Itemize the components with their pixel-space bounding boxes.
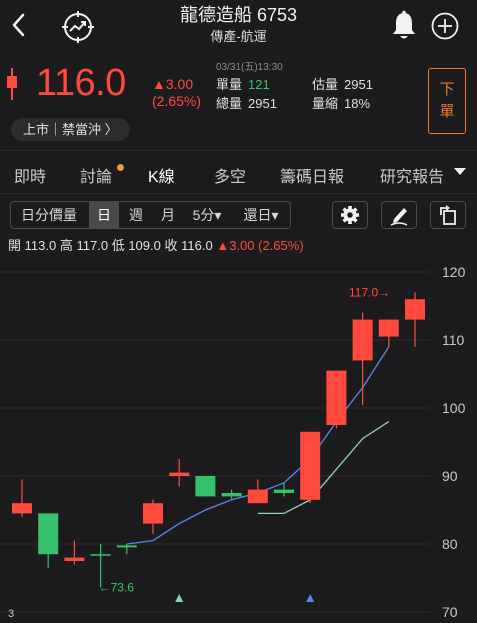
gear-icon (341, 206, 359, 224)
unread-dot (117, 164, 124, 171)
stock-title: 龍德造船 6753 (179, 5, 298, 25)
section-tabs: 即時 討論 K線 多空 籌碼日報 研究報告 (0, 150, 477, 194)
top-header: 龍德造船 6753 傳產-航運 (0, 0, 477, 56)
y-tick-label: 80 (442, 536, 458, 552)
single-volume-value: 121 (248, 77, 270, 92)
quote-datetime: 03/31(五)13:30 (216, 62, 283, 73)
back-icon[interactable] (8, 10, 30, 40)
left-edge-label: 3 (8, 608, 14, 620)
candle-body (274, 489, 294, 493)
candle-body (90, 554, 111, 556)
tab-chips-daily[interactable]: 籌碼日報 (280, 163, 344, 187)
change-value: ▲3.00 (152, 76, 194, 92)
candle-icon (7, 68, 17, 100)
candle-body (247, 489, 268, 504)
candle-body (38, 513, 59, 555)
quote-panel: 116.0 ▲3.00 (2.65%) 03/31(五)13:30 單量 121 … (0, 56, 477, 148)
ma-fast-line (126, 346, 390, 545)
candle-body (221, 493, 242, 497)
market-status-pill[interactable]: 上市｜禁當沖 〉 (11, 118, 130, 141)
candle-body (378, 319, 399, 337)
caret-down-icon (454, 168, 466, 175)
change-percent: (2.65%) (152, 93, 202, 109)
y-tick-label: 110 (442, 332, 465, 348)
close-value: 116.0 (181, 238, 213, 253)
tabs-more-button[interactable] (443, 151, 477, 193)
bell-icon[interactable] (389, 10, 419, 42)
single-volume: 單量 121 (216, 74, 270, 93)
open-value: 113.0 (24, 238, 57, 253)
candle-body (195, 476, 216, 497)
order-label-2: 單 (439, 103, 455, 120)
open-label: 開 (8, 238, 22, 253)
settings-button[interactable] (332, 201, 368, 229)
order-label-1: 下 (439, 81, 455, 98)
est-volume-value: 2951 (344, 77, 373, 92)
candle-body (143, 503, 163, 524)
max-price-label: 117.0→ (349, 285, 390, 299)
candle-body (352, 319, 373, 361)
last-price: 116.0 (36, 62, 126, 104)
candle-body (116, 545, 137, 548)
y-tick-label: 90 (442, 468, 458, 484)
rotate-button[interactable] (430, 201, 466, 229)
total-volume: 總量 2951 (216, 93, 277, 112)
volume-ratio-value: 18% (344, 96, 371, 111)
pen-icon (390, 208, 408, 226)
price-change: ▲3.00 (2.65%) (152, 76, 201, 110)
min-price-label: ←73.6 (99, 581, 135, 595)
tab-realtime[interactable]: 即時 (14, 163, 46, 187)
volume-ratio-label: 量縮 (312, 96, 339, 111)
tab-research[interactable]: 研究報告 (380, 163, 444, 187)
daily-volume-option[interactable]: 日分價量 (11, 202, 87, 228)
y-tick-label: 70 (442, 604, 458, 620)
draw-button[interactable] (381, 201, 417, 229)
trend-target-icon[interactable] (60, 9, 96, 45)
low-label: 低 (111, 238, 125, 253)
chart-toolbar: 日分價量 日 週 月 5分▾ 還日▾ (0, 200, 477, 232)
candle-body (64, 557, 85, 561)
title-block: 龍德造船 6753 傳產-航運 (120, 4, 357, 46)
total-volume-value: 2951 (248, 96, 277, 111)
est-volume: 估量 2951 (312, 74, 373, 93)
stock-industry: 傳產-航運 (210, 29, 267, 44)
single-volume-label: 單量 (216, 77, 243, 92)
total-volume-label: 總量 (216, 96, 243, 111)
price-adjust-option[interactable]: 還日▾ (233, 202, 289, 228)
rotate-screen-icon (440, 205, 456, 225)
tab-discussion[interactable]: 討論 (80, 163, 112, 187)
period-selector: 日分價量 日 週 月 5分▾ 還日▾ (10, 201, 291, 229)
add-watchlist-icon[interactable] (430, 11, 460, 41)
candle-body (300, 431, 321, 500)
tab-long-short[interactable]: 多空 (214, 163, 246, 187)
y-tick-label: 100 (442, 400, 466, 416)
day-option[interactable]: 日 (89, 202, 119, 228)
tab-kline[interactable]: K線 (148, 163, 175, 187)
week-option[interactable]: 週 (121, 202, 151, 228)
candle-body (405, 299, 425, 320)
high-value: 117.0 (76, 238, 109, 253)
five-min-option[interactable]: 5分▾ (185, 202, 229, 228)
kline-chart[interactable]: 120 110 100 90 80 70 117.0→ ←73.6 3 (0, 258, 477, 623)
month-option[interactable]: 月 (153, 202, 183, 228)
ohlc-summary: 開 113.0 高 117.0 低 109.0 收 116.0 ▲3.00 (2… (8, 235, 304, 254)
ma-slow-line (257, 421, 390, 515)
signal-marker (175, 594, 184, 602)
ohlc-change: ▲3.00 (2.65%) (216, 238, 304, 253)
high-label: 高 (59, 238, 73, 253)
volume-ratio: 量縮 18% (312, 93, 370, 112)
candle-body (169, 472, 190, 476)
signal-marker (306, 594, 315, 602)
place-order-button[interactable]: 下 單 (428, 68, 466, 134)
y-tick-label: 120 (442, 264, 466, 280)
candle-body (12, 503, 32, 514)
candle-body (326, 370, 347, 425)
est-volume-label: 估量 (312, 77, 339, 92)
close-label: 收 (164, 238, 178, 253)
low-value: 109.0 (128, 238, 161, 253)
